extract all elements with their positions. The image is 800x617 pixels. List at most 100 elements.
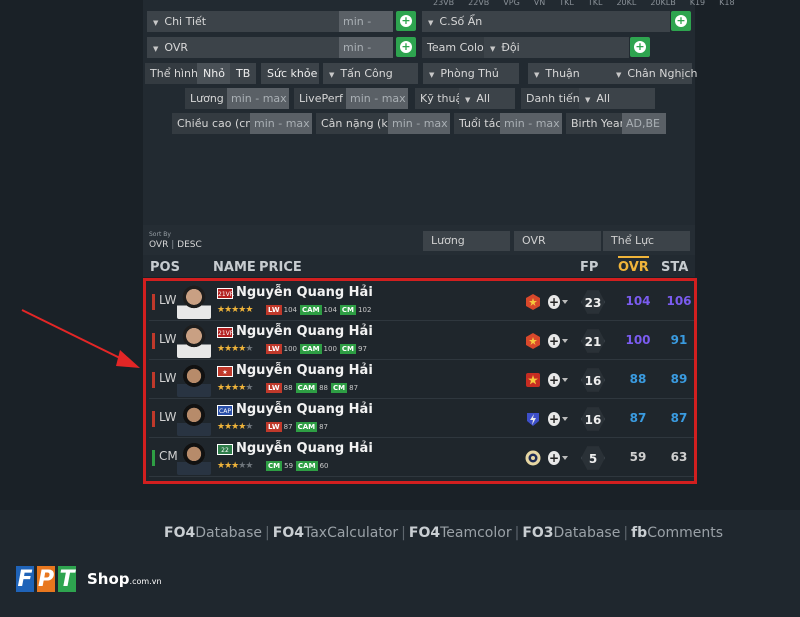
player-avatar[interactable] — [177, 285, 211, 319]
weak-foot-label: Chân Nghịch — [627, 67, 698, 80]
footer-link[interactable]: FO4Teamcolor — [409, 525, 512, 541]
player-position: LW — [159, 293, 177, 307]
player-avatar[interactable] — [177, 402, 211, 436]
position-badge: CAM — [296, 461, 318, 471]
sta-value: 106 — [666, 294, 692, 308]
add-to-squad-button[interactable]: + — [548, 332, 568, 350]
player-name[interactable]: Nguyễn Quang Hải — [236, 402, 373, 417]
col-price[interactable]: PRICE — [259, 260, 302, 275]
position-rating: 97 — [358, 345, 367, 353]
add-c-so-an-button[interactable]: + — [671, 11, 691, 31]
sort-by-value[interactable]: OVR | DESC — [149, 240, 202, 250]
liveperf-minmax-input[interactable]: min - max — [346, 88, 408, 109]
team-select[interactable]: ▼ Đội — [484, 37, 629, 58]
footer-link[interactable]: FO3Database — [522, 525, 620, 541]
player-name[interactable]: Nguyễn Quang Hải — [236, 441, 373, 456]
preferred-foot-select[interactable]: ▼ Thuận — [528, 63, 610, 84]
col-ovr-text: OVR — [618, 260, 649, 275]
version-tag[interactable]: 23VB — [433, 0, 454, 7]
footer-link-prefix: FO4 — [272, 525, 304, 541]
logo-letter: T — [58, 566, 76, 592]
fp-value: 21 — [581, 329, 605, 353]
fpt-letters: FPT — [16, 566, 79, 592]
footer-link[interactable]: fbComments — [631, 525, 723, 541]
footer-link[interactable]: FO4Database — [164, 525, 262, 541]
defense-select[interactable]: ▼ Phòng Thủ — [423, 63, 519, 84]
col-fp[interactable]: FP — [580, 260, 598, 275]
height-minmax-input[interactable]: min - max — [250, 113, 312, 134]
chi-tiet-minmax-input[interactable]: min -max — [339, 11, 393, 49]
sort-stamina-button[interactable]: Thể Lực — [603, 231, 690, 251]
version-tag[interactable]: TKL — [588, 0, 603, 7]
add-team-button[interactable]: + — [630, 37, 650, 57]
body-small-chip[interactable]: Nhỏ — [197, 63, 231, 84]
can-nang-label: Cân nặng (kg) — [316, 113, 399, 134]
player-avatar[interactable] — [177, 363, 211, 397]
sort-salary-button[interactable]: Lương — [423, 231, 510, 251]
player-position: CM — [159, 449, 178, 463]
col-sta[interactable]: STA — [661, 260, 688, 275]
col-name[interactable]: NAME — [213, 260, 256, 275]
add-to-squad-button[interactable]: + — [548, 449, 568, 467]
position-rating: 104 — [323, 306, 337, 314]
version-tag[interactable]: K19 — [690, 0, 705, 7]
sta-value: 63 — [670, 450, 688, 464]
player-name[interactable]: Nguyễn Quang Hải — [236, 324, 373, 339]
skill-select[interactable]: ▼ All — [459, 88, 515, 109]
add-ovr-button[interactable]: + — [396, 37, 416, 57]
player-row[interactable]: LW 21VR Nguyễn Quang Hải ★★★★★ LW 100 CAM 100 CM… — [149, 322, 694, 360]
player-row[interactable]: LW CAP Nguyễn Quang Hải ★★★★★ LW 87 CAM 87 +16 87… — [149, 400, 694, 438]
version-tag[interactable]: TKL — [559, 0, 574, 7]
version-tag[interactable]: 20KL — [616, 0, 636, 7]
player-name[interactable]: Nguyễn Quang Hải — [236, 363, 373, 378]
season-icon: ★ — [217, 366, 233, 377]
attack-label: Tấn Công — [340, 67, 393, 80]
add-to-squad-button[interactable]: + — [548, 410, 568, 428]
ovr-label: OVR — [164, 41, 189, 54]
add-to-squad-button[interactable]: + — [548, 293, 568, 311]
position-rating: 87 — [283, 423, 293, 431]
reputation-select[interactable]: ▼ All — [579, 88, 655, 109]
link-separator: | — [265, 525, 270, 541]
ovr-minmax-input[interactable]: min -max — [339, 37, 393, 75]
weak-foot-select[interactable]: ▼ Chân Nghịch — [610, 63, 698, 84]
player-avatar[interactable] — [177, 441, 211, 475]
footer-link-prefix: FO4 — [164, 525, 196, 541]
skill-stars: ★★★★★ — [217, 461, 253, 471]
body-strong-chip[interactable]: Sức khỏe — [261, 63, 319, 84]
version-tag[interactable]: K18 — [719, 0, 734, 7]
luong-minmax-input[interactable]: min - max — [227, 88, 289, 109]
tuoi-tac-label: Tuổi tác — [454, 113, 501, 134]
position-badge: CM — [331, 383, 348, 393]
chevron-down-icon — [562, 339, 568, 343]
version-tag[interactable]: VN — [534, 0, 545, 7]
c-so-an-select[interactable]: ▼ C.Số Ẩn — [422, 11, 670, 32]
body-avg-chip[interactable]: TB — [230, 63, 257, 84]
player-avatar[interactable] — [177, 324, 211, 358]
player-row[interactable]: LW 21VR Nguyễn Quang Hải ★★★★★ LW 104 CAM 104 CM… — [149, 283, 694, 321]
attack-select[interactable]: ▼ Tấn Công — [323, 63, 418, 84]
player-row[interactable]: CM 22 Nguyễn Quang Hải ★★★★★ CM 59 CAM 60 +5 59 63 — [149, 439, 694, 477]
weight-minmax-input[interactable]: min - max — [388, 113, 450, 134]
add-to-squad-button[interactable]: + — [548, 371, 568, 389]
chi-tiet-select[interactable]: ▼ Chi Tiết — [147, 11, 343, 32]
ovr-select[interactable]: ▼ OVR — [147, 37, 343, 58]
footer-link[interactable]: FO4TaxCalculator — [273, 525, 398, 541]
caret-icon: ▼ — [465, 96, 471, 104]
version-tag[interactable]: 20KLB — [650, 0, 675, 7]
col-pos[interactable]: POS — [150, 260, 180, 275]
player-name[interactable]: Nguyễn Quang Hải — [236, 285, 373, 300]
col-ovr[interactable]: OVR — [618, 260, 649, 275]
sort-ovr-button[interactable]: OVR — [514, 231, 601, 251]
position-color-bar — [152, 294, 155, 310]
player-row[interactable]: LW ★ Nguyễn Quang Hải ★★★★★ LW 88 CAM 88 CM 87 +16… — [149, 361, 694, 399]
add-chi-tiet-button[interactable]: + — [396, 11, 416, 31]
version-tag[interactable]: 22VB — [468, 0, 489, 7]
highlighted-results: LW 21VR Nguyễn Quang Hải ★★★★★ LW 104 CAM 104 CM… — [143, 278, 697, 484]
age-minmax-input[interactable]: min - max — [500, 113, 562, 134]
ovr-value: 104 — [625, 294, 651, 308]
position-color-bar — [152, 450, 155, 466]
version-tag[interactable]: VPG — [503, 0, 520, 7]
birth-year-input[interactable]: AD,BE — [622, 113, 666, 134]
luong-label: Lương — [185, 88, 227, 109]
